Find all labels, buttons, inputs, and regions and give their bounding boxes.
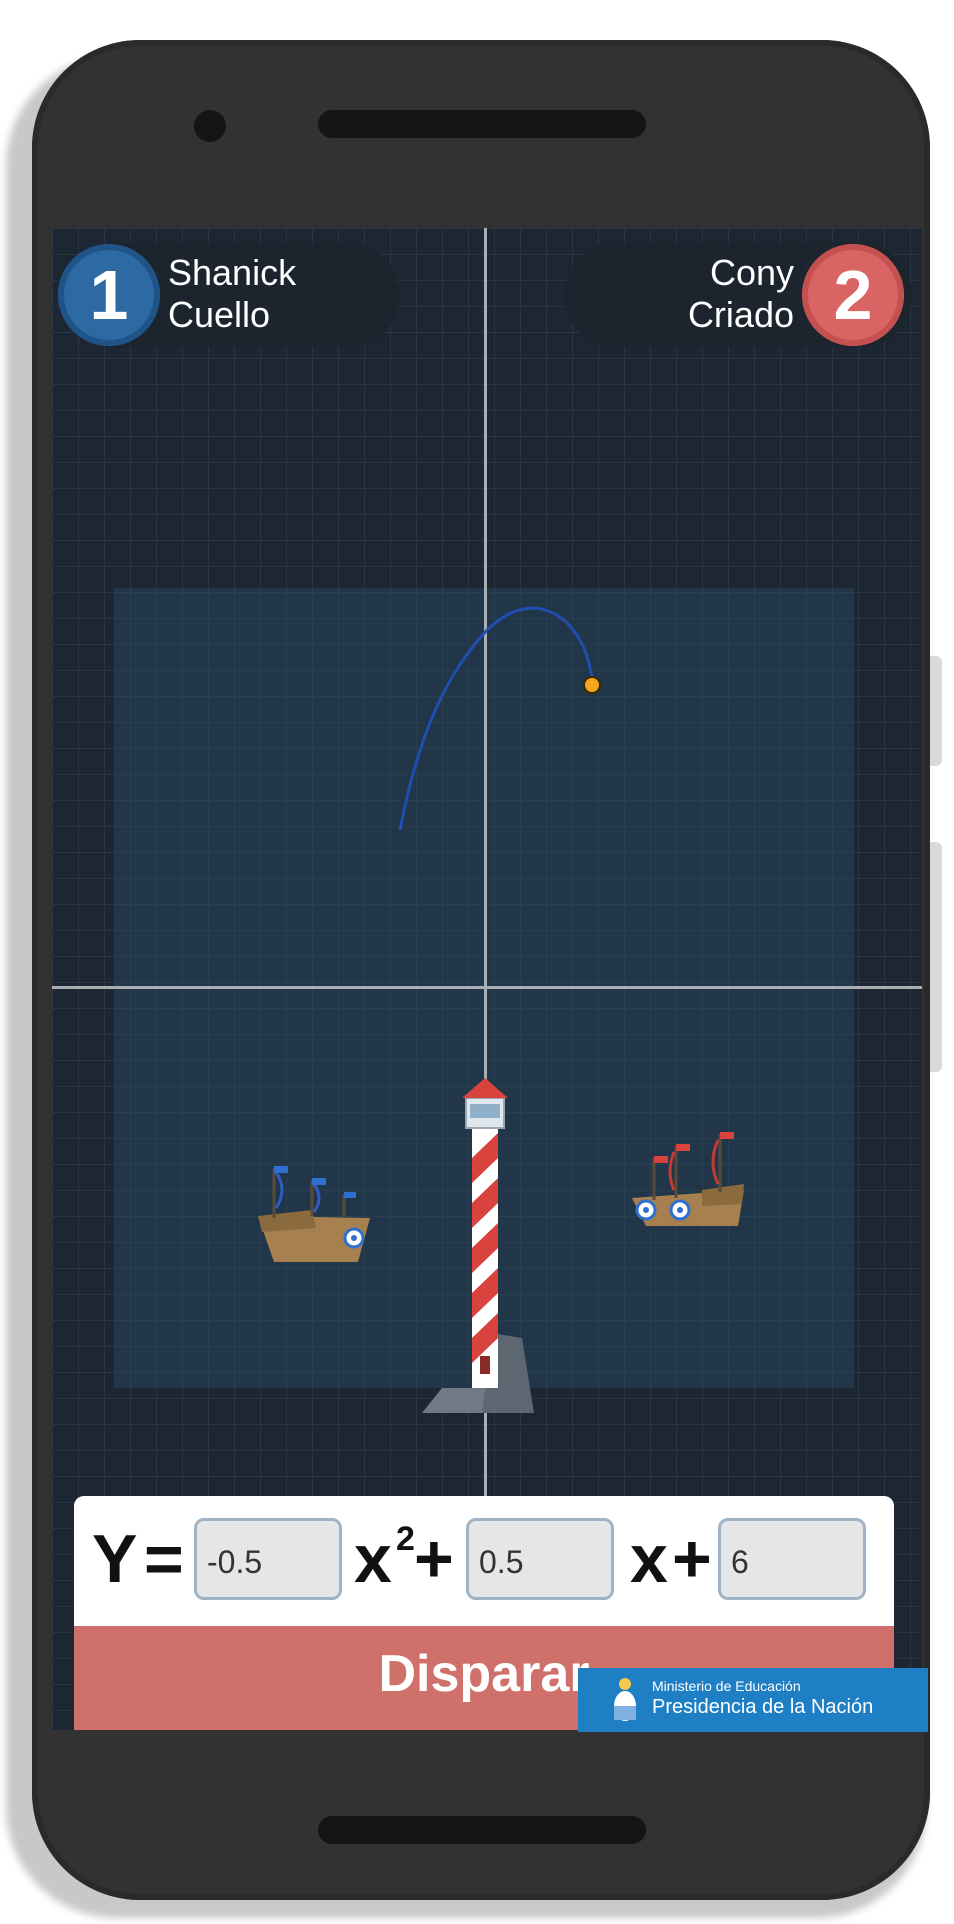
plus-sign-2: + — [672, 1521, 712, 1597]
ministry-line-1: Ministerio de Educación — [652, 1678, 801, 1694]
earpiece-speaker — [318, 110, 646, 138]
equals-sign: = — [144, 1521, 184, 1597]
coefficient-a-input[interactable]: -0.5 — [194, 1518, 342, 1600]
equation-panel: Y = -0.5 x 2 + 0.5 x + 6 — [74, 1496, 894, 1626]
player1-last-name: Cuello — [168, 294, 271, 335]
exponent-two: 2 — [396, 1520, 415, 1558]
game-scene — [258, 606, 744, 1413]
x-symbol: x — [630, 1521, 668, 1597]
y-symbol: Y — [92, 1521, 138, 1597]
ministry-banner: Ministerio de Educación Presidencia de l… — [578, 1668, 928, 1732]
player2-number-badge: 2 — [802, 244, 904, 346]
game-board[interactable]: 1 Shanick Cuello 2 Cony Criado Y = -0.5 … — [52, 228, 922, 1730]
coefficient-c-input[interactable]: 6 — [718, 1518, 866, 1600]
cannonball — [583, 676, 601, 694]
coat-of-arms-icon — [614, 1678, 636, 1721]
lighthouse-icon — [422, 1078, 534, 1413]
front-camera — [194, 110, 226, 142]
bottom-speaker — [318, 1816, 646, 1844]
trajectory-curve — [398, 606, 594, 831]
player1-first-name: Shanick — [168, 252, 297, 293]
coefficient-b-input[interactable]: 0.5 — [466, 1518, 614, 1600]
ministry-line-2: Presidencia de la Nación — [652, 1696, 874, 1718]
player1-number-badge: 1 — [58, 244, 160, 346]
volume-button — [930, 656, 942, 766]
x-squared-symbol: x — [354, 1521, 392, 1597]
player2-last-name: Criado — [687, 294, 794, 335]
player2-first-name: Cony — [709, 252, 794, 293]
player2-ship-icon — [632, 1132, 744, 1226]
player1-ship-icon — [258, 1166, 370, 1262]
plus-sign-1: + — [414, 1521, 454, 1597]
power-button — [930, 842, 942, 1072]
